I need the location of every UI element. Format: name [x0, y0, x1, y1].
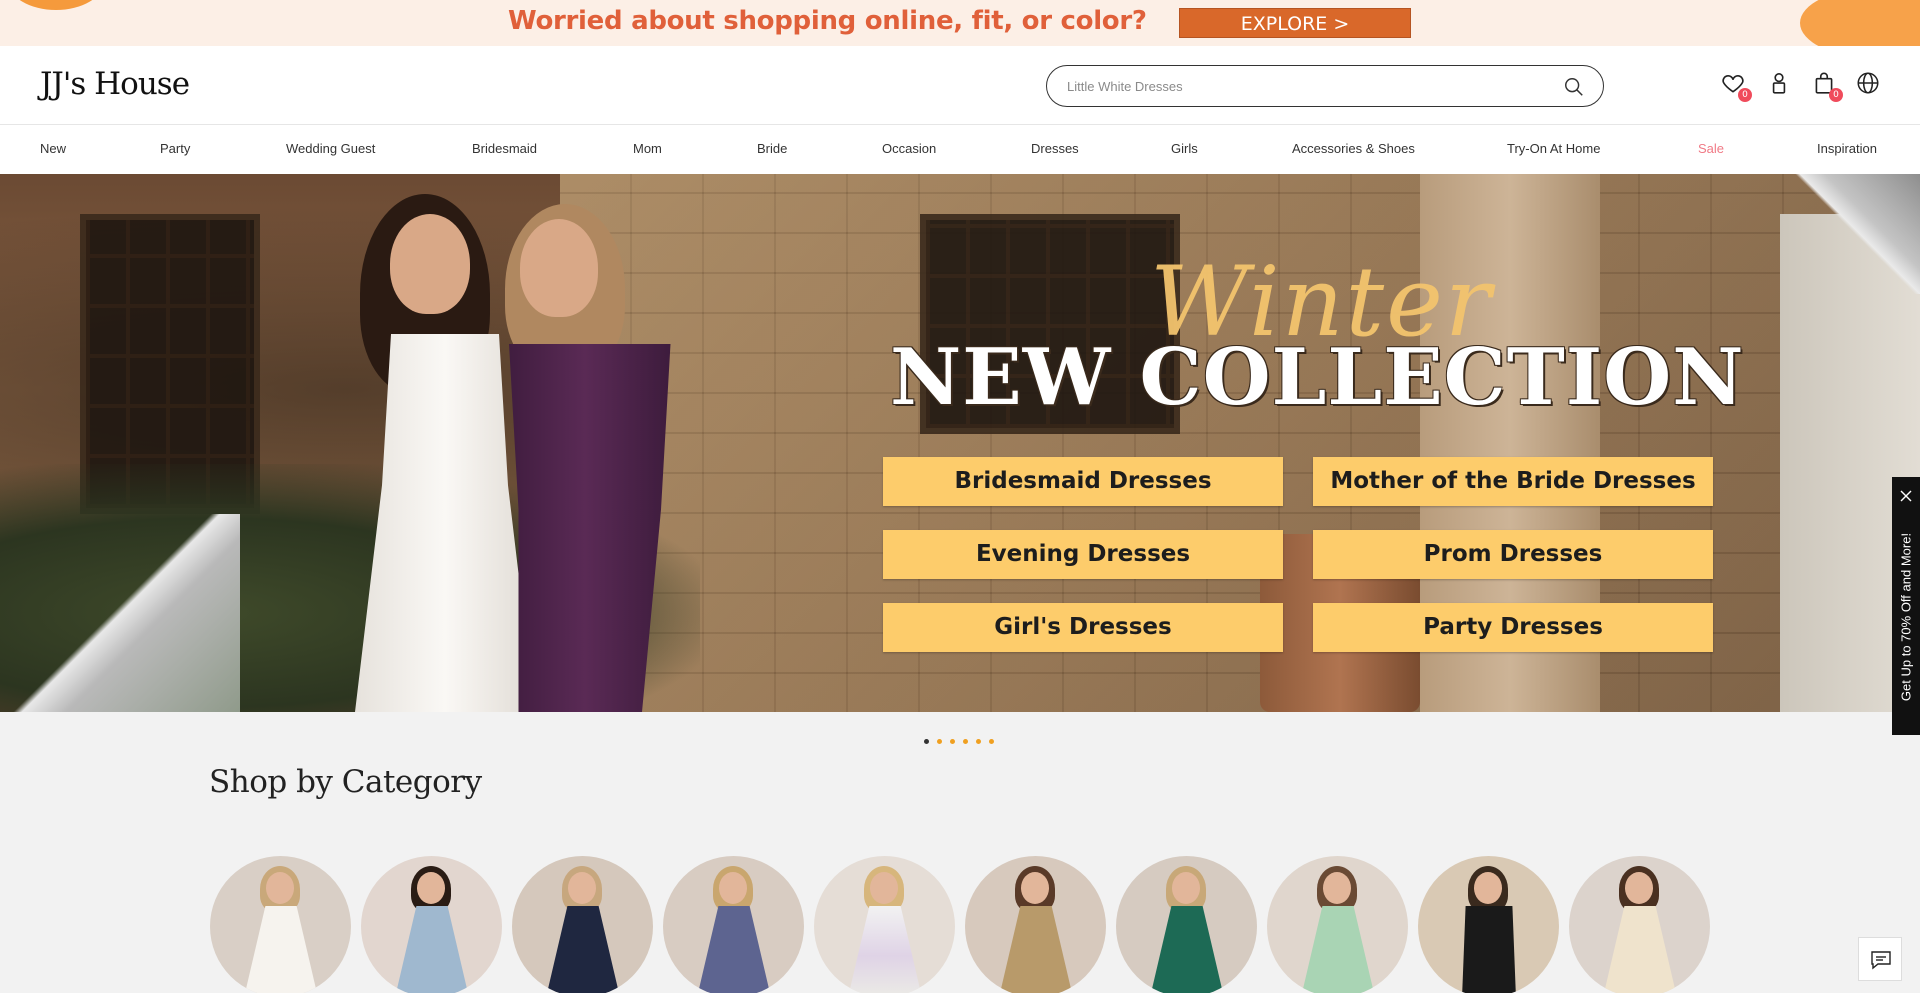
category-black-suit[interactable]	[1418, 856, 1559, 993]
wishlist-button[interactable]: 0	[1720, 70, 1752, 102]
category-white-dress[interactable]	[210, 856, 351, 993]
site-logo[interactable]: JJ's House	[40, 66, 190, 102]
category-green-satin-dress[interactable]	[1116, 856, 1257, 993]
main-nav: New Party Wedding Guest Bridesmaid Mom B…	[0, 125, 1920, 174]
girls-dresses-button[interactable]: Girl's Dresses	[883, 603, 1283, 652]
category-purple-chiffon-dress[interactable]	[663, 856, 804, 993]
carousel-dot[interactable]	[976, 739, 981, 744]
torn-paper-decoration-right	[1790, 174, 1920, 294]
nav-item-bridesmaid[interactable]: Bridesmaid	[472, 141, 537, 156]
bridesmaid-dresses-button[interactable]: Bridesmaid Dresses	[883, 457, 1283, 506]
nav-item-new[interactable]: New	[40, 141, 66, 156]
prom-dresses-button[interactable]: Prom Dresses	[1313, 530, 1713, 579]
language-button[interactable]	[1855, 70, 1883, 98]
carousel-dot[interactable]	[989, 739, 994, 744]
category-floral-girl-dress[interactable]	[814, 856, 955, 993]
category-navy-dress[interactable]	[512, 856, 653, 993]
account-button[interactable]	[1766, 70, 1794, 98]
chat-icon	[1871, 951, 1891, 970]
search-icon[interactable]	[1563, 76, 1585, 98]
evening-dresses-button[interactable]: Evening Dresses	[883, 530, 1283, 579]
nav-item-try-on-at-home[interactable]: Try-On At Home	[1507, 141, 1600, 156]
promo-decoration-left	[8, 0, 104, 10]
category-maternity-dress[interactable]	[1569, 856, 1710, 993]
carousel-dot[interactable]	[963, 739, 968, 744]
nav-item-dresses[interactable]: Dresses	[1031, 141, 1079, 156]
nav-item-inspiration[interactable]: Inspiration	[1817, 141, 1877, 156]
side-promo-text: Get Up to 70% Off and More!	[1898, 532, 1914, 702]
shop-by-category-title: Shop by Category	[209, 764, 482, 800]
promo-decoration-right	[1800, 0, 1920, 46]
torn-paper-decoration-left	[0, 514, 240, 712]
hero-headline: NEW COLLECTION	[890, 332, 1745, 423]
nav-item-sale[interactable]: Sale	[1698, 141, 1724, 156]
party-dresses-button[interactable]: Party Dresses	[1313, 603, 1713, 652]
nav-item-accessories-shoes[interactable]: Accessories & Shoes	[1292, 141, 1415, 156]
nav-item-occasion[interactable]: Occasion	[882, 141, 936, 156]
nav-item-wedding-guest[interactable]: Wedding Guest	[286, 141, 375, 156]
side-promo-tab[interactable]: Get Up to 70% Off and More!	[1892, 477, 1920, 735]
promo-text: Worried about shopping online, fit, or c…	[508, 6, 1147, 36]
carousel-dot[interactable]	[950, 739, 955, 744]
explore-button[interactable]: EXPLORE >	[1179, 8, 1411, 38]
mother-of-the-bride-dresses-button[interactable]: Mother of the Bride Dresses	[1313, 457, 1713, 506]
wishlist-count-badge: 0	[1738, 88, 1752, 102]
nav-item-girls[interactable]: Girls	[1171, 141, 1198, 156]
promo-banner: Worried about shopping online, fit, or c…	[0, 0, 1920, 46]
close-icon[interactable]	[1899, 489, 1913, 503]
search-input[interactable]	[1067, 75, 1537, 97]
globe-icon	[1857, 72, 1879, 94]
cart-button[interactable]: 0	[1811, 70, 1843, 102]
user-icon	[1772, 72, 1786, 94]
carousel-dot[interactable]	[937, 739, 942, 744]
hero-banner[interactable]: Winter NEW COLLECTION Bridesmaid Dresses…	[0, 174, 1920, 712]
carousel-dot[interactable]	[924, 739, 929, 744]
nav-item-mom[interactable]: Mom	[633, 141, 662, 156]
search-bar	[1046, 65, 1604, 107]
category-blue-satin-dress[interactable]	[361, 856, 502, 993]
category-mint-dress[interactable]	[1267, 856, 1408, 993]
cart-count-badge: 0	[1829, 88, 1843, 102]
site-header: JJ's House 0 0	[0, 46, 1920, 125]
chat-button[interactable]	[1858, 937, 1902, 981]
category-gold-sequin-dress[interactable]	[965, 856, 1106, 993]
nav-item-bride[interactable]: Bride	[757, 141, 787, 156]
nav-item-party[interactable]: Party	[160, 141, 190, 156]
